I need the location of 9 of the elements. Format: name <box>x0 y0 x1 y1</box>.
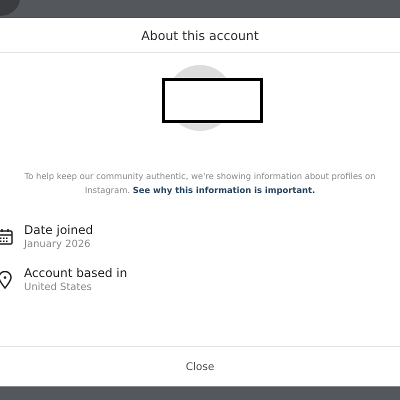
calendar-icon <box>0 228 14 246</box>
detail-value: United States <box>24 282 93 293</box>
detail-label: Account based in <box>24 266 128 280</box>
notice-text: To help keep our community authentic, we're showing information about profiles on Instagram. See why this information is important. <box>24 170 376 197</box>
detail-label: Date joined <box>24 223 94 237</box>
info-link[interactable]: See why this information is important. <box>132 185 316 195</box>
detail-value: January 2026 <box>24 239 92 250</box>
dialog-title: About this account <box>141 28 259 42</box>
location-pin-icon <box>0 270 14 288</box>
